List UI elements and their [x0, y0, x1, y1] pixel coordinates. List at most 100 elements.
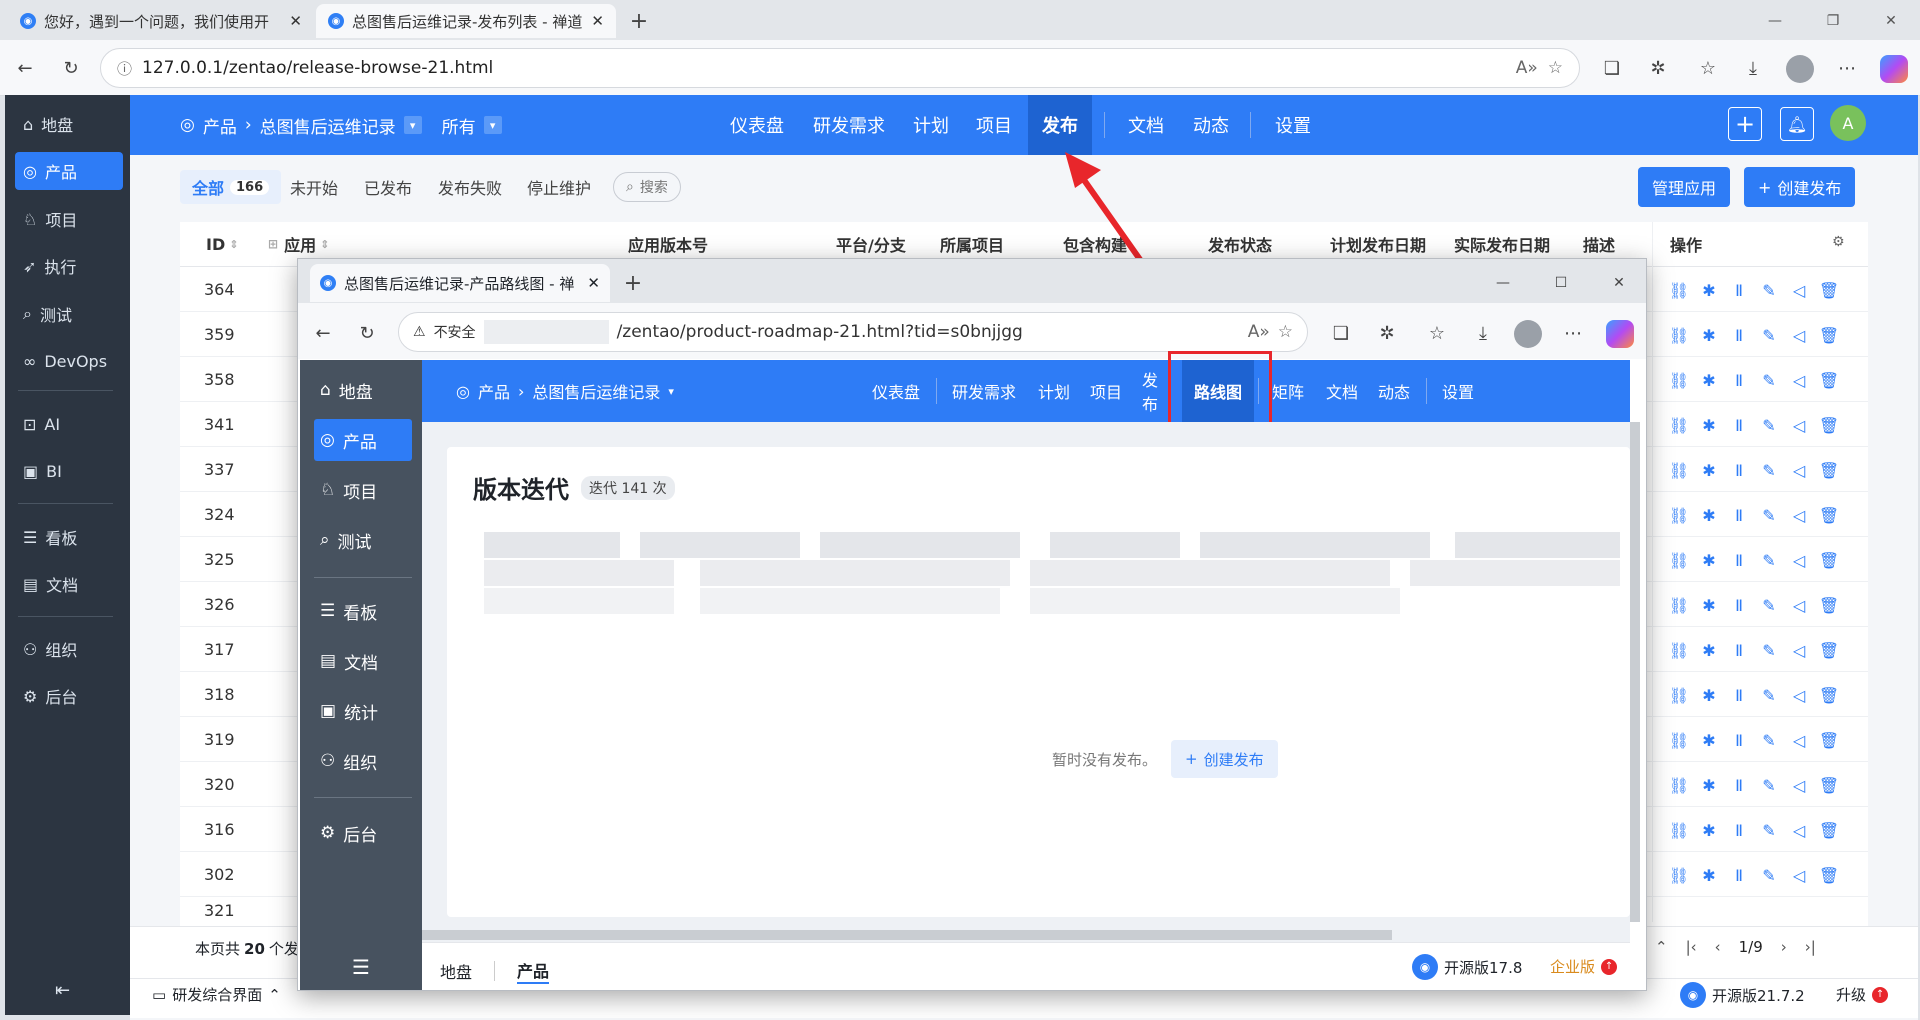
favorite-star-icon[interactable]: ☆ — [1548, 58, 1563, 78]
edit-icon[interactable]: ✎ — [1758, 369, 1780, 391]
delete-icon[interactable]: 🗑︎ — [1818, 324, 1840, 346]
restore-icon[interactable]: ❐ — [1818, 8, 1848, 34]
minimize-icon[interactable]: — — [1760, 8, 1790, 34]
sidebar-item-doc[interactable]: ▤ 文档 — [15, 565, 123, 603]
notice-icon[interactable]: ◁ — [1788, 324, 1810, 346]
col-id[interactable]: ID ⇕ — [206, 222, 238, 266]
profile-avatar-icon[interactable] — [1514, 320, 1542, 348]
delete-icon[interactable]: 🗑︎ — [1818, 774, 1840, 796]
close-tab-icon[interactable]: ✕ — [289, 12, 302, 30]
edit-icon[interactable]: ✎ — [1758, 594, 1780, 616]
pause-icon[interactable]: Ⅱ — [1728, 459, 1750, 481]
link-icon[interactable]: ⛓ — [1668, 414, 1690, 436]
notice-icon[interactable]: ◁ — [1788, 729, 1810, 751]
chevron-down-icon[interactable]: ▾ — [403, 116, 422, 134]
pause-icon[interactable]: Ⅱ — [1728, 684, 1750, 706]
workspace-switcher[interactable]: ▭ 研发综合界面 ⌃ — [152, 984, 281, 1005]
new-tab-icon[interactable]: + — [618, 268, 648, 298]
add-icon[interactable]: + — [1728, 107, 1762, 141]
collapse-sidebar-icon[interactable]: ⇤ — [55, 980, 70, 1001]
nav-dynamic[interactable]: 动态 — [1370, 360, 1418, 422]
link-icon[interactable]: ⛓ — [1668, 819, 1690, 841]
horizontal-scrollbar[interactable] — [422, 930, 1392, 940]
sidebar-item-test[interactable]: ⌕ 测试 — [314, 519, 412, 561]
refresh-icon[interactable]: ↻ — [352, 318, 382, 348]
copilot-icon[interactable] — [1606, 320, 1634, 348]
delete-icon[interactable]: 🗑︎ — [1818, 504, 1840, 526]
close-window-icon[interactable]: ✕ — [1606, 270, 1632, 296]
nav-release[interactable]: 发布 — [1028, 95, 1092, 155]
edit-icon[interactable]: ✎ — [1758, 459, 1780, 481]
delete-icon[interactable]: 🗑︎ — [1818, 864, 1840, 886]
collections-icon[interactable]: ❏ — [1326, 318, 1356, 348]
link-icon[interactable]: ⛓ — [1668, 864, 1690, 886]
bug-icon[interactable]: ✱ — [1698, 774, 1720, 796]
pause-icon[interactable]: Ⅱ — [1728, 279, 1750, 301]
favorites-icon[interactable]: ☆ — [1693, 53, 1723, 83]
pause-icon[interactable]: Ⅱ — [1728, 594, 1750, 616]
nav-doc[interactable]: 文档 — [1318, 360, 1366, 422]
extensions-icon[interactable]: ✲ — [1372, 318, 1402, 348]
minimize-icon[interactable]: — — [1490, 270, 1516, 296]
download-icon[interactable]: ⤓ — [1468, 318, 1498, 348]
delete-icon[interactable]: 🗑︎ — [1818, 459, 1840, 481]
nav-requirements[interactable]: 研发需求 — [803, 95, 895, 155]
sidebar-item-admin[interactable]: ⚙ 后台 — [314, 812, 412, 854]
sidebar-item-doc[interactable]: ▤ 文档 — [314, 640, 412, 682]
bell-icon[interactable]: 🔔︎ — [1780, 107, 1814, 141]
notice-icon[interactable]: ◁ — [1788, 369, 1810, 391]
pause-icon[interactable]: Ⅱ — [1728, 504, 1750, 526]
nav-dashboard[interactable]: 仪表盘 — [720, 95, 794, 155]
sidebar-item-product[interactable]: ◎ 产品 — [314, 419, 412, 461]
notice-icon[interactable]: ◁ — [1788, 774, 1810, 796]
footer-product[interactable]: 产品 — [517, 958, 550, 984]
read-aloud-icon[interactable]: A» — [1248, 322, 1270, 342]
delete-icon[interactable]: 🗑︎ — [1818, 729, 1840, 751]
filter-not-started[interactable]: 未开始 — [278, 170, 350, 204]
new-tab-icon[interactable]: + — [624, 6, 654, 36]
sidebar-item-kanban[interactable]: ☰ 看板 — [314, 590, 412, 632]
edit-icon[interactable]: ✎ — [1758, 819, 1780, 841]
notice-icon[interactable]: ◁ — [1788, 639, 1810, 661]
pause-icon[interactable]: Ⅱ — [1728, 549, 1750, 571]
pause-icon[interactable]: Ⅱ — [1728, 639, 1750, 661]
sidebar-item-org[interactable]: ⚇ 组织 — [314, 740, 412, 782]
extensions-icon[interactable]: ✲ — [1643, 53, 1673, 83]
collections-icon[interactable]: ❏ — [1597, 53, 1627, 83]
inner-url-bar[interactable]: ⚠ 不安全 /zentao/product-roadmap-21.html?ti… — [398, 312, 1308, 352]
sidebar-item-admin[interactable]: ⚙ 后台 — [15, 677, 123, 715]
breadcrumb-branch[interactable]: 所有 — [442, 113, 476, 138]
manage-apps-button[interactable]: 管理应用 — [1638, 167, 1731, 207]
pause-icon[interactable]: Ⅱ — [1728, 774, 1750, 796]
link-icon[interactable]: ⛓ — [1668, 279, 1690, 301]
inner-version-info[interactable]: ◉ 开源版17.8 — [1412, 954, 1522, 980]
edit-icon[interactable]: ✎ — [1758, 774, 1780, 796]
bug-icon[interactable]: ✱ — [1698, 504, 1720, 526]
pause-icon[interactable]: Ⅱ — [1728, 819, 1750, 841]
bug-icon[interactable]: ✱ — [1698, 459, 1720, 481]
nav-settings[interactable]: 设置 — [1265, 95, 1321, 155]
sidebar-item-project[interactable]: ♘ 项目 — [314, 469, 412, 511]
bug-icon[interactable]: ✱ — [1698, 279, 1720, 301]
search-button[interactable]: ⌕ 搜索 — [613, 172, 681, 202]
link-icon[interactable]: ⛓ — [1668, 774, 1690, 796]
bug-icon[interactable]: ✱ — [1698, 729, 1720, 751]
notice-icon[interactable]: ◁ — [1788, 684, 1810, 706]
notice-icon[interactable]: ◁ — [1788, 459, 1810, 481]
bug-icon[interactable]: ✱ — [1698, 684, 1720, 706]
sidebar-item-kanban[interactable]: ☰ 看板 — [15, 518, 123, 556]
favorite-star-icon[interactable]: ☆ — [1278, 322, 1293, 342]
delete-icon[interactable]: 🗑︎ — [1818, 684, 1840, 706]
chevron-up-icon[interactable]: ⌃ — [1655, 938, 1668, 956]
filter-failed[interactable]: 发布失败 — [426, 170, 514, 204]
pause-icon[interactable]: Ⅱ — [1728, 324, 1750, 346]
delete-icon[interactable]: 🗑︎ — [1818, 369, 1840, 391]
bug-icon[interactable]: ✱ — [1698, 819, 1720, 841]
edit-icon[interactable]: ✎ — [1758, 729, 1780, 751]
browser-tab-2[interactable]: ◉ 总图售后运维记录-发布列表 - 禅道 ✕ — [316, 4, 616, 38]
delete-icon[interactable]: 🗑︎ — [1818, 414, 1840, 436]
link-icon[interactable]: ⛓ — [1668, 594, 1690, 616]
link-icon[interactable]: ⛓ — [1668, 324, 1690, 346]
nav-settings[interactable]: 设置 — [1434, 360, 1482, 422]
delete-icon[interactable]: 🗑︎ — [1818, 639, 1840, 661]
